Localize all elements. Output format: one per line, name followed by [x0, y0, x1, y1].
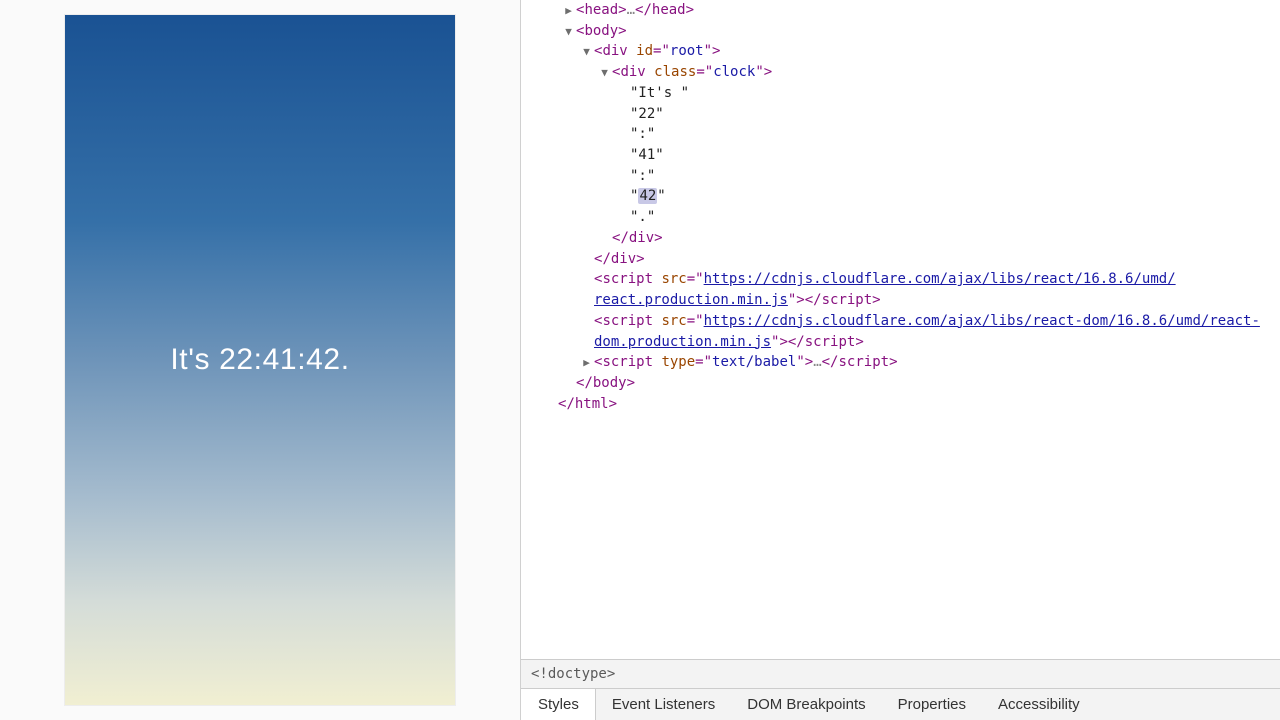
tag-name: div: [620, 64, 645, 80]
script-src-link[interactable]: dom.production.min.js: [594, 334, 771, 350]
dom-node-script-reactdom[interactable]: <script src="https://cdnjs.cloudflare.co…: [527, 311, 1274, 332]
script-src-link[interactable]: react.production.min.js: [594, 292, 788, 308]
selected-text: 42: [638, 188, 657, 204]
dom-tree[interactable]: ▶<head>…</head> ▼<body> ▼<div id="root">…: [521, 0, 1280, 659]
devtools-subtabs: Styles Event Listeners DOM Breakpoints P…: [521, 688, 1280, 720]
dom-node-script-reactdom-cont[interactable]: dom.production.min.js"></script>: [527, 332, 1274, 353]
tab-properties[interactable]: Properties: [882, 689, 982, 720]
tag-name: body: [584, 23, 618, 39]
clock-app-preview: It's 22:41:42.: [65, 15, 455, 705]
ellipsis: …: [627, 2, 635, 18]
attr-name: src: [661, 271, 686, 287]
dom-node-html-close[interactable]: </html>: [527, 394, 1274, 415]
tag-name: /div: [602, 251, 636, 267]
dom-node-div-root[interactable]: ▼<div id="root">: [527, 41, 1274, 62]
tag-name: script: [602, 354, 653, 370]
expand-arrow-icon[interactable]: ▶: [581, 355, 592, 371]
dom-text-node-selected[interactable]: "42": [527, 186, 1274, 207]
clock-minutes: 41: [263, 343, 298, 376]
rendered-preview-pane: It's 22:41:42.: [0, 0, 520, 720]
attr-name: class: [654, 64, 696, 80]
attr-name: src: [661, 313, 686, 329]
collapse-arrow-icon[interactable]: ▼: [563, 24, 574, 40]
elements-breadcrumb[interactable]: <!doctype>: [521, 659, 1280, 688]
tag-name: div: [602, 43, 627, 59]
clock-display-text: It's 22:41:42.: [170, 343, 349, 377]
tag-name: script: [805, 334, 856, 350]
dom-text-node[interactable]: "41": [527, 145, 1274, 166]
dom-node-div-close[interactable]: </div>: [527, 249, 1274, 270]
tag-name: /body: [584, 375, 626, 391]
tab-styles[interactable]: Styles: [521, 689, 596, 720]
dom-text-node[interactable]: "22": [527, 104, 1274, 125]
tab-event-listeners[interactable]: Event Listeners: [596, 689, 731, 720]
clock-hours: 22: [219, 343, 254, 376]
tag-name: /html: [566, 396, 608, 412]
dom-node-body-close[interactable]: </body>: [527, 373, 1274, 394]
clock-prefix: It's: [170, 343, 219, 376]
dom-node-script-react[interactable]: <script src="https://cdnjs.cloudflare.co…: [527, 269, 1274, 290]
clock-suffix: .: [341, 343, 350, 376]
dom-node-script-babel[interactable]: ▶<script type="text/babel">…</script>: [527, 352, 1274, 373]
tag-name: script: [602, 271, 653, 287]
tag-name: script: [838, 354, 889, 370]
dom-text-node[interactable]: ":": [527, 124, 1274, 145]
dom-node-head[interactable]: ▶<head>…</head>: [527, 0, 1274, 21]
expand-arrow-icon[interactable]: ▶: [563, 3, 574, 19]
attr-value: clock: [713, 64, 755, 80]
attr-name: type: [661, 354, 695, 370]
tab-accessibility[interactable]: Accessibility: [982, 689, 1096, 720]
collapse-arrow-icon[interactable]: ▼: [581, 44, 592, 60]
attr-value: text/babel: [712, 354, 796, 370]
dom-node-script-react-cont[interactable]: react.production.min.js"></script>: [527, 290, 1274, 311]
dom-node-div-clock[interactable]: ▼<div class="clock">: [527, 62, 1274, 83]
ellipsis: …: [813, 354, 821, 370]
clock-seconds: 42: [306, 343, 341, 376]
clock-sep: :: [297, 343, 306, 376]
dom-node-body[interactable]: ▼<body>: [527, 21, 1274, 42]
collapse-arrow-icon[interactable]: ▼: [599, 65, 610, 81]
tab-dom-breakpoints[interactable]: DOM Breakpoints: [731, 689, 881, 720]
script-src-link[interactable]: https://cdnjs.cloudflare.com/ajax/libs/r…: [704, 271, 1176, 287]
script-src-link[interactable]: https://cdnjs.cloudflare.com/ajax/libs/r…: [704, 313, 1260, 329]
tag-name: head: [584, 2, 618, 18]
clock-sep: :: [254, 343, 263, 376]
dom-text-node[interactable]: ".": [527, 207, 1274, 228]
dom-text-node[interactable]: ":": [527, 166, 1274, 187]
tag-name: script: [822, 292, 873, 308]
dom-text-node[interactable]: "It's ": [527, 83, 1274, 104]
tag-name: script: [602, 313, 653, 329]
devtools-elements-panel: ▶<head>…</head> ▼<body> ▼<div id="root">…: [520, 0, 1280, 720]
attr-value: root: [670, 43, 704, 59]
tag-name: /div: [620, 230, 654, 246]
attr-name: id: [636, 43, 653, 59]
tag-name: /head: [643, 2, 685, 18]
dom-node-div-close[interactable]: </div>: [527, 228, 1274, 249]
breadcrumb-item[interactable]: <!doctype>: [531, 666, 615, 682]
